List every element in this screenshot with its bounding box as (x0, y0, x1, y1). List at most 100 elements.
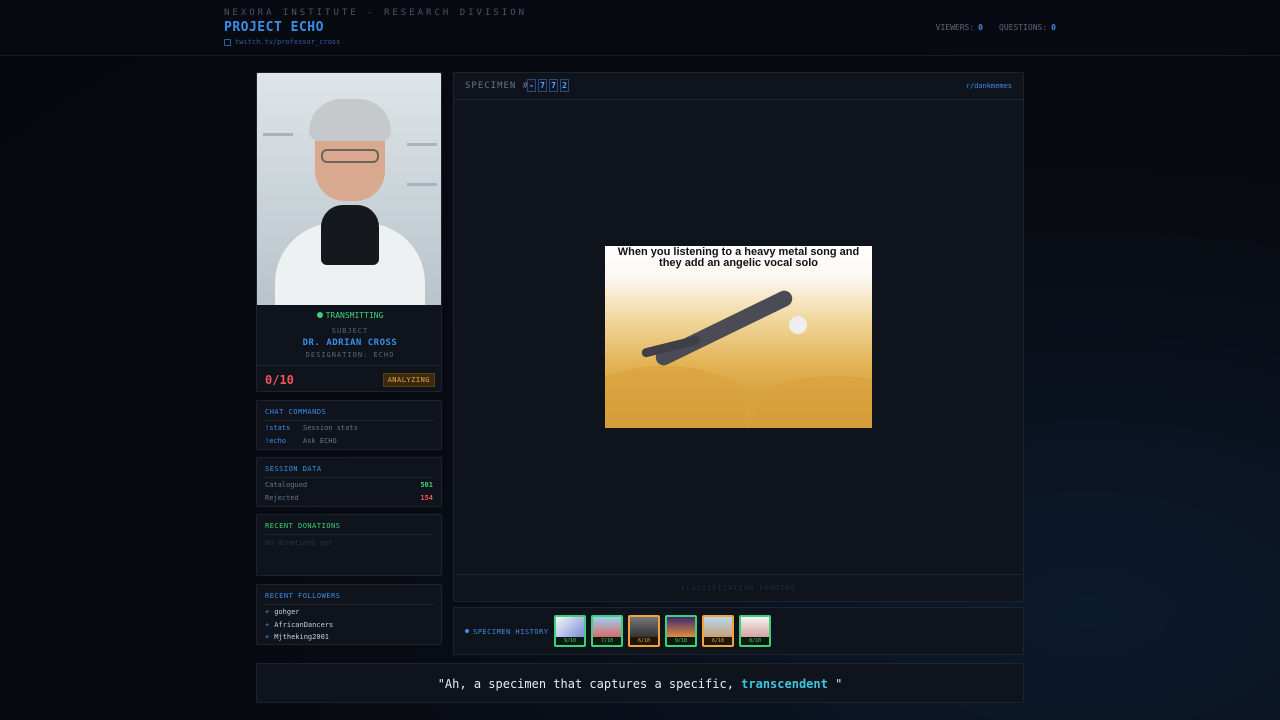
specimen-label: SPECIMEN # (465, 81, 530, 91)
questions-label: QUESTIONS: (999, 23, 1048, 32)
section-title: RECENT DONATIONS (265, 522, 341, 530)
shelf (407, 183, 437, 186)
rejected-label: Rejected (265, 494, 299, 502)
rejected-row: Rejected 154 (265, 494, 433, 502)
history-thumbnail[interactable]: 6/10 (702, 615, 734, 647)
questions-count: 0 (1051, 23, 1056, 32)
plus-icon: + (265, 608, 270, 616)
subject-name: DR. ADRIAN CROSS (302, 338, 398, 348)
specimen-digit: - (527, 79, 536, 92)
live-dot-icon (316, 312, 323, 318)
echo-quote-panel: "Ah, a specimen that captures a specific… (256, 663, 1024, 703)
org-title: NEXORA INSTITUTE - RESEARCH DIVISION (224, 8, 528, 18)
catalogued-label: Catalogued (265, 481, 308, 489)
follower-item: + gohger (265, 608, 300, 616)
echo-quote: "Ah, a specimen that captures a specific… (257, 677, 1023, 691)
followers-panel: RECENT FOLLOWERS + gohger + AfricanDancers… (256, 584, 442, 645)
history-thumbnail[interactable]: 9/10 (665, 615, 697, 647)
project-title: PROJECT ECHO (224, 20, 324, 35)
command-key: !stats (265, 424, 291, 432)
follower-item: + AfricanDancers (265, 621, 333, 629)
status-text: TRANSMITTING (325, 311, 384, 320)
specimen-digit: 7 (549, 79, 558, 92)
chat-commands-panel: CHAT COMMANDS !stats Session stats !echo A… (256, 400, 442, 450)
viewers-stat: VIEWERS: 0 (936, 23, 983, 32)
plus-icon: + (265, 633, 270, 641)
thumb-score: 6/10 (630, 637, 658, 645)
specimen-history-panel: SPECIMEN HISTORY 9/10 7/10 6/10 9/10 6/1… (453, 607, 1024, 655)
viewers-count: 0 (978, 23, 983, 32)
divider (265, 420, 433, 421)
bullet-icon (465, 629, 469, 633)
subject-card: TRANSMITTING SUBJECT DR. ADRIAN CROSS DE… (256, 72, 442, 392)
channel-url: twitch.tv/professor_cross (235, 38, 341, 46)
subject-label: SUBJECT (331, 327, 369, 335)
status-badge: ANALYZING (382, 373, 435, 387)
sand-dune (605, 366, 755, 428)
history-thumbnail[interactable]: 8/10 (739, 615, 771, 647)
command-key: !echo (265, 437, 287, 445)
divider (265, 534, 433, 535)
command-row: !echo Ask ECHO (265, 437, 337, 445)
thumb-score: 6/10 (704, 637, 732, 645)
history-thumbnail[interactable]: 9/10 (554, 615, 586, 647)
history-label: SPECIMEN HISTORY (465, 628, 548, 636)
shelf (263, 133, 293, 136)
meme-caption: When you listening to a heavy metal song… (617, 246, 860, 269)
follower-name: AfricanDancers (274, 621, 334, 629)
history-title: SPECIMEN HISTORY (473, 628, 549, 636)
specimen-digit: 7 (538, 79, 547, 92)
turtleneck (321, 205, 379, 265)
questions-stat: QUESTIONS: 0 (999, 23, 1056, 32)
viewers-label: VIEWERS: (935, 23, 975, 32)
rejected-count: 154 (420, 494, 433, 502)
thumb-score: 8/10 (741, 637, 769, 645)
history-thumbnail[interactable]: 6/10 (628, 615, 660, 647)
history-thumbnails: 9/10 7/10 6/10 9/10 6/10 8/10 (554, 615, 771, 647)
specimen-digit: 2 (560, 79, 569, 92)
plus-icon: + (265, 621, 270, 629)
follower-name: Mjtheking2001 (274, 633, 330, 641)
section-title: RECENT FOLLOWERS (265, 592, 341, 600)
catalogued-row: Catalogued 501 (265, 481, 433, 489)
live-stats: VIEWERS: 0 QUESTIONS: 0 (936, 23, 1056, 32)
top-bar: NEXORA INSTITUTE - RESEARCH DIVISION PRO… (0, 0, 1280, 56)
figure-head (789, 316, 807, 334)
shelf (407, 143, 437, 146)
specimen-number: - 7 7 2 (527, 79, 569, 92)
donations-panel: RECENT DONATIONS No donations yet (256, 514, 442, 576)
subject-designation: DESIGNATION: ECHO (305, 351, 395, 359)
quote-highlight: transcendent (741, 677, 828, 691)
command-desc: Ask ECHO (303, 437, 337, 445)
score-row: 0/10 ANALYZING (257, 365, 441, 391)
command-row: !stats Session stats (265, 424, 358, 432)
thumb-score: 7/10 (593, 637, 621, 645)
section-title: CHAT COMMANDS (265, 408, 327, 416)
divider (265, 604, 433, 605)
quote-text: "Ah, a specimen that captures a specific… (437, 677, 742, 691)
subject-hair (309, 99, 391, 141)
thumb-score: 9/10 (667, 637, 695, 645)
transmit-status: TRANSMITTING (257, 311, 441, 320)
subreddit-link[interactable]: r/dankmemes (966, 82, 1012, 90)
subject-photo (257, 73, 441, 305)
command-desc: Session stats (303, 424, 358, 432)
specimen-viewer: SPECIMEN # - 7 7 2 r/dankmemes When you … (453, 72, 1024, 602)
divider (265, 477, 433, 478)
classification-status: CLASSIFICATION PENDING (454, 574, 1023, 601)
glasses (321, 149, 379, 163)
history-thumbnail[interactable]: 7/10 (591, 615, 623, 647)
floating-figure (653, 287, 795, 369)
quote-end: " (827, 677, 843, 691)
sand-dune (745, 376, 872, 428)
section-title: SESSION DATA (265, 465, 322, 473)
specimen-header: SPECIMEN # - 7 7 2 r/dankmemes (454, 73, 1023, 100)
follower-name: gohger (274, 608, 300, 616)
catalogued-count: 501 (420, 481, 433, 489)
channel-link[interactable]: twitch.tv/professor_cross (224, 38, 340, 46)
current-score: 0/10 (265, 373, 294, 387)
meme-image: When you listening to a heavy metal song… (605, 246, 872, 428)
thumb-score: 9/10 (556, 637, 584, 645)
twitch-icon (224, 38, 231, 46)
session-data-panel: SESSION DATA Catalogued 501 Rejected 154 (256, 457, 442, 507)
